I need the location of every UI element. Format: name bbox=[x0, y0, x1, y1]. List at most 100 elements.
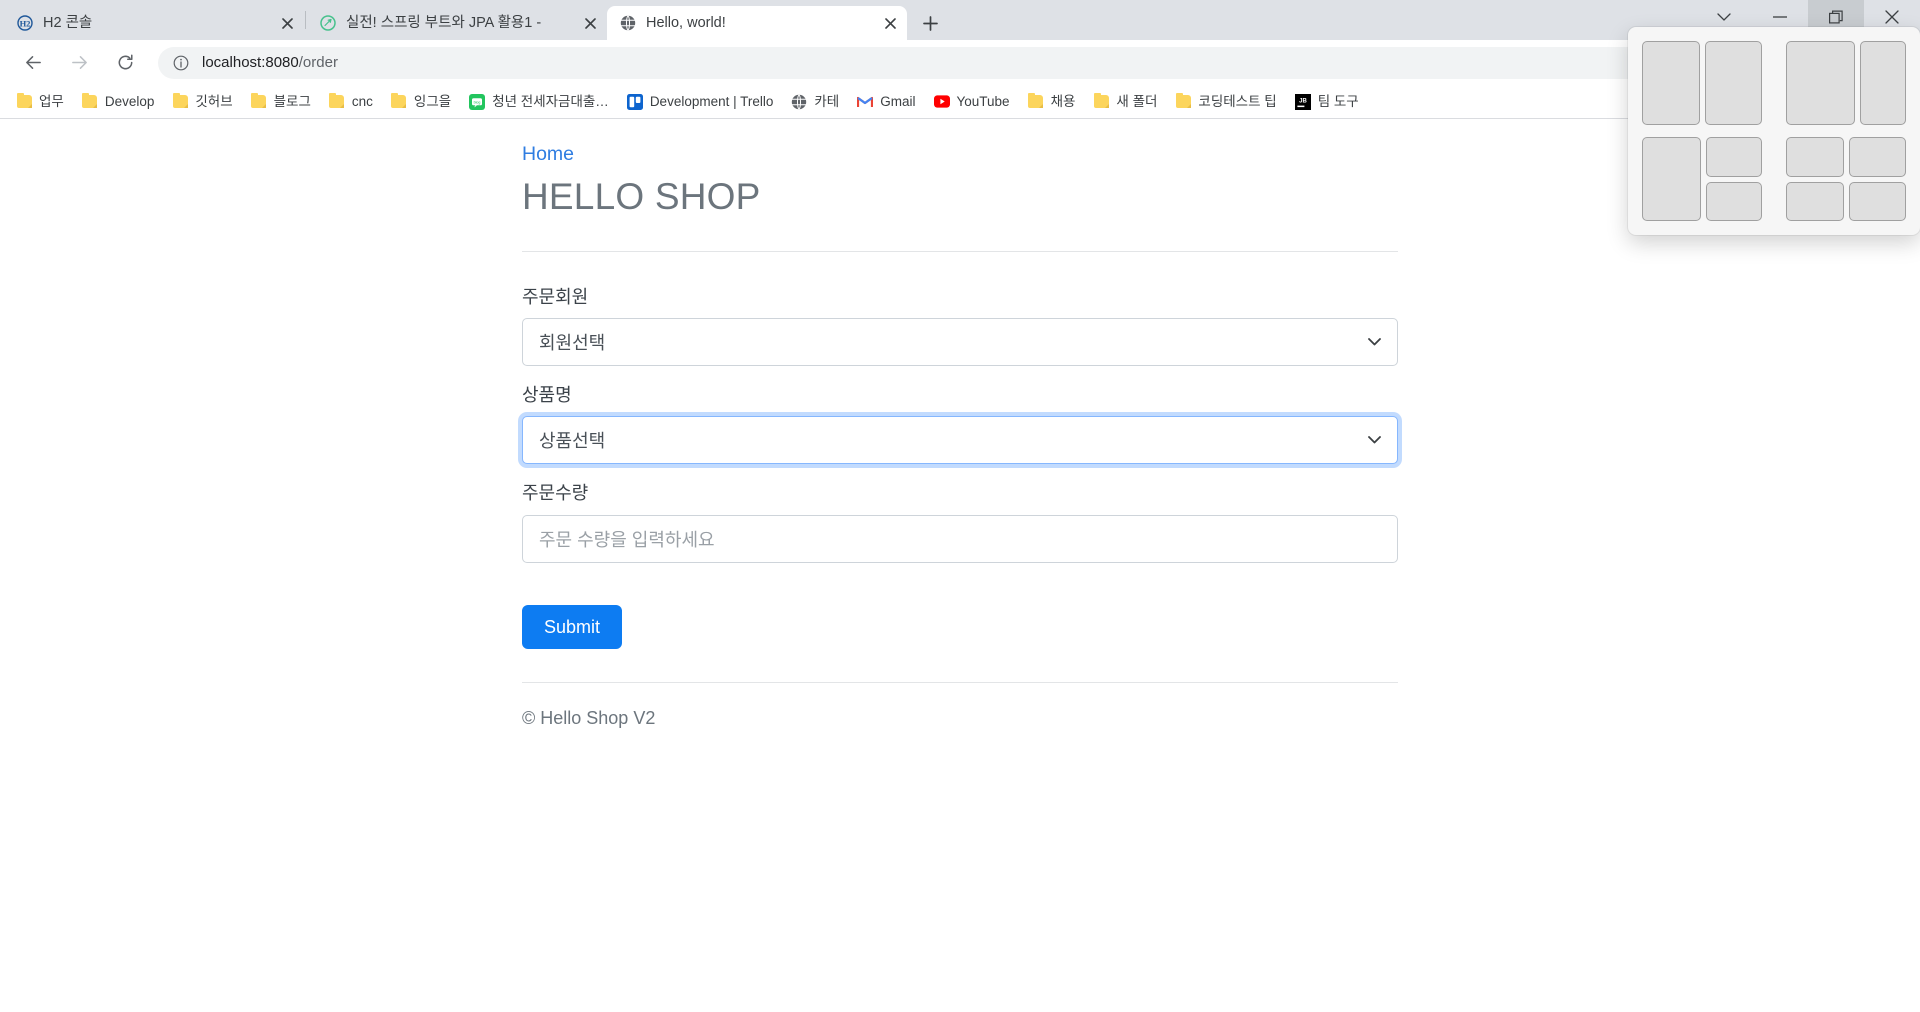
snap-pane[interactable] bbox=[1705, 181, 1762, 221]
bookmark-item[interactable]: JB 팀 도구 bbox=[1287, 89, 1367, 115]
globe-icon bbox=[619, 14, 637, 32]
page-viewport: Home HELLO SHOP 주문회원 회원선택 상품명 상품선택 주문수량 … bbox=[0, 119, 1920, 1012]
close-icon[interactable] bbox=[276, 12, 298, 34]
bookmark-label: YouTube bbox=[956, 93, 1010, 109]
snap-pane[interactable] bbox=[1704, 41, 1762, 125]
gmail-icon bbox=[857, 94, 874, 110]
trello-icon bbox=[626, 93, 643, 110]
bookmark-label: 잉그을 bbox=[413, 93, 452, 109]
bookmark-item[interactable]: blog 청년 전세자금대출… bbox=[461, 89, 617, 115]
site-info-icon[interactable] bbox=[172, 54, 190, 72]
snap-pane[interactable] bbox=[1848, 137, 1906, 177]
url-path: /order bbox=[298, 54, 338, 71]
bookmark-item[interactable]: 블로그 bbox=[243, 89, 319, 115]
snap-pane[interactable] bbox=[1705, 137, 1762, 177]
bookmark-label: 채용 bbox=[1050, 93, 1076, 109]
snap-column bbox=[1786, 137, 1844, 221]
chevron-down-icon bbox=[1367, 335, 1381, 349]
header-divider bbox=[522, 250, 1398, 252]
item-select-value: 상품선택 bbox=[539, 431, 606, 452]
bookmark-label: cnc bbox=[351, 93, 373, 109]
bookmark-item[interactable]: 카테 bbox=[783, 89, 847, 115]
globe-icon bbox=[791, 93, 807, 110]
snap-layout-four-quadrants[interactable] bbox=[1786, 137, 1906, 221]
youtube-icon bbox=[933, 94, 950, 110]
folder-icon bbox=[251, 93, 267, 110]
tab-divider bbox=[305, 11, 306, 29]
close-icon[interactable] bbox=[579, 12, 601, 34]
breadcrumb-home-link[interactable]: Home bbox=[522, 141, 574, 168]
page-container: Home HELLO SHOP 주문회원 회원선택 상품명 상품선택 주문수량 … bbox=[522, 119, 1398, 730]
address-bar[interactable]: localhost:8080/order bbox=[158, 46, 1866, 79]
bookmark-label: 깃허브 bbox=[195, 93, 233, 109]
browser-tab-hello-world[interactable]: Hello, world! bbox=[607, 6, 907, 40]
snap-layout-left-full-right-stacked[interactable] bbox=[1642, 137, 1762, 221]
snap-pane[interactable] bbox=[1860, 41, 1906, 125]
tab-title: Hello, world! bbox=[646, 15, 726, 31]
snap-column bbox=[1848, 137, 1906, 221]
folder-icon bbox=[1028, 93, 1044, 110]
snap-layout-wide-left-narrow-right[interactable] bbox=[1786, 41, 1906, 125]
snap-pane[interactable] bbox=[1642, 41, 1700, 125]
snap-pane[interactable] bbox=[1786, 137, 1844, 177]
folder-icon bbox=[1175, 93, 1191, 110]
new-tab-button[interactable] bbox=[915, 8, 945, 38]
snap-layout-two-equal-columns[interactable] bbox=[1642, 41, 1762, 125]
snap-layouts-flyout bbox=[1628, 27, 1920, 235]
folder-icon bbox=[82, 93, 98, 110]
bookmark-item[interactable]: Development | Trello bbox=[619, 89, 782, 115]
url-host: localhost:8080 bbox=[202, 54, 299, 71]
bookmark-label: 청년 전세자금대출… bbox=[492, 93, 609, 109]
bookmark-label: Develop bbox=[104, 93, 155, 109]
field-label: 상품명 bbox=[522, 384, 572, 405]
bookmark-item[interactable]: 깃허브 bbox=[164, 89, 240, 115]
field-order-count: 주문수량 주문 수량을 입력하세요 bbox=[522, 482, 1398, 563]
bookmark-item[interactable]: 코딩테스트 팁 bbox=[1167, 89, 1284, 115]
bookmark-item[interactable]: 채용 bbox=[1020, 89, 1084, 115]
bookmark-item[interactable]: 업무 bbox=[8, 89, 72, 115]
bookmark-label: Development | Trello bbox=[649, 93, 774, 109]
item-select[interactable]: 상품선택 bbox=[522, 416, 1398, 465]
snap-pane[interactable] bbox=[1786, 181, 1844, 221]
footer-copyright: © Hello Shop V2 bbox=[522, 707, 656, 728]
order-count-input[interactable]: 주문 수량을 입력하세요 bbox=[522, 514, 1398, 563]
bookmark-label: 팀 도구 bbox=[1317, 93, 1359, 109]
chevron-down-icon bbox=[1367, 433, 1381, 447]
field-label: 주문수량 bbox=[522, 483, 589, 504]
svg-text:blog: blog bbox=[474, 100, 481, 104]
url-text: localhost:8080/order bbox=[202, 54, 338, 71]
bookmark-item[interactable]: Gmail bbox=[849, 89, 923, 115]
close-icon[interactable] bbox=[879, 12, 901, 34]
field-label: 주문회원 bbox=[522, 286, 589, 307]
browser-tab-inflearn-jpa[interactable]: 실전! 스프링 부트와 JPA 활용1 - bbox=[307, 6, 607, 40]
bookmark-item[interactable]: cnc bbox=[321, 89, 381, 115]
bookmark-label: 코딩테스트 팁 bbox=[1198, 93, 1277, 109]
submit-button[interactable]: Submit bbox=[522, 604, 623, 649]
forward-button[interactable] bbox=[62, 46, 96, 80]
browser-tab-h2-console[interactable]: H2 H2 콘솔 bbox=[4, 6, 304, 40]
naver-blog-icon: blog bbox=[469, 93, 486, 110]
reload-button[interactable] bbox=[108, 46, 142, 80]
back-button[interactable] bbox=[16, 46, 50, 80]
bookmark-item[interactable]: Develop bbox=[74, 89, 163, 115]
footer-divider bbox=[522, 681, 1398, 683]
field-order-member: 주문회원 회원선택 bbox=[522, 286, 1398, 366]
folder-icon bbox=[172, 93, 188, 110]
order-form: 주문회원 회원선택 상품명 상품선택 주문수량 주문 수량을 입력하세요 Sub… bbox=[522, 286, 1398, 649]
snap-pane[interactable] bbox=[1848, 181, 1906, 221]
jetbrains-icon: JB bbox=[1294, 93, 1311, 110]
h2-logo-icon: H2 bbox=[16, 14, 34, 32]
svg-text:H2: H2 bbox=[20, 19, 31, 29]
member-select[interactable]: 회원선택 bbox=[522, 317, 1398, 366]
order-count-placeholder: 주문 수량을 입력하세요 bbox=[539, 529, 715, 550]
member-select-value: 회원선택 bbox=[539, 332, 606, 353]
folder-icon bbox=[391, 93, 407, 110]
tab-title: H2 콘솔 bbox=[43, 15, 93, 31]
folder-icon bbox=[1093, 93, 1109, 110]
bookmark-item[interactable]: YouTube bbox=[926, 89, 1018, 115]
bookmark-item[interactable]: 새 폴더 bbox=[1085, 89, 1165, 115]
bookmark-item[interactable]: 잉그을 bbox=[383, 89, 459, 115]
snap-pane[interactable] bbox=[1786, 41, 1856, 125]
snap-column bbox=[1705, 137, 1762, 221]
snap-pane[interactable] bbox=[1642, 137, 1701, 221]
